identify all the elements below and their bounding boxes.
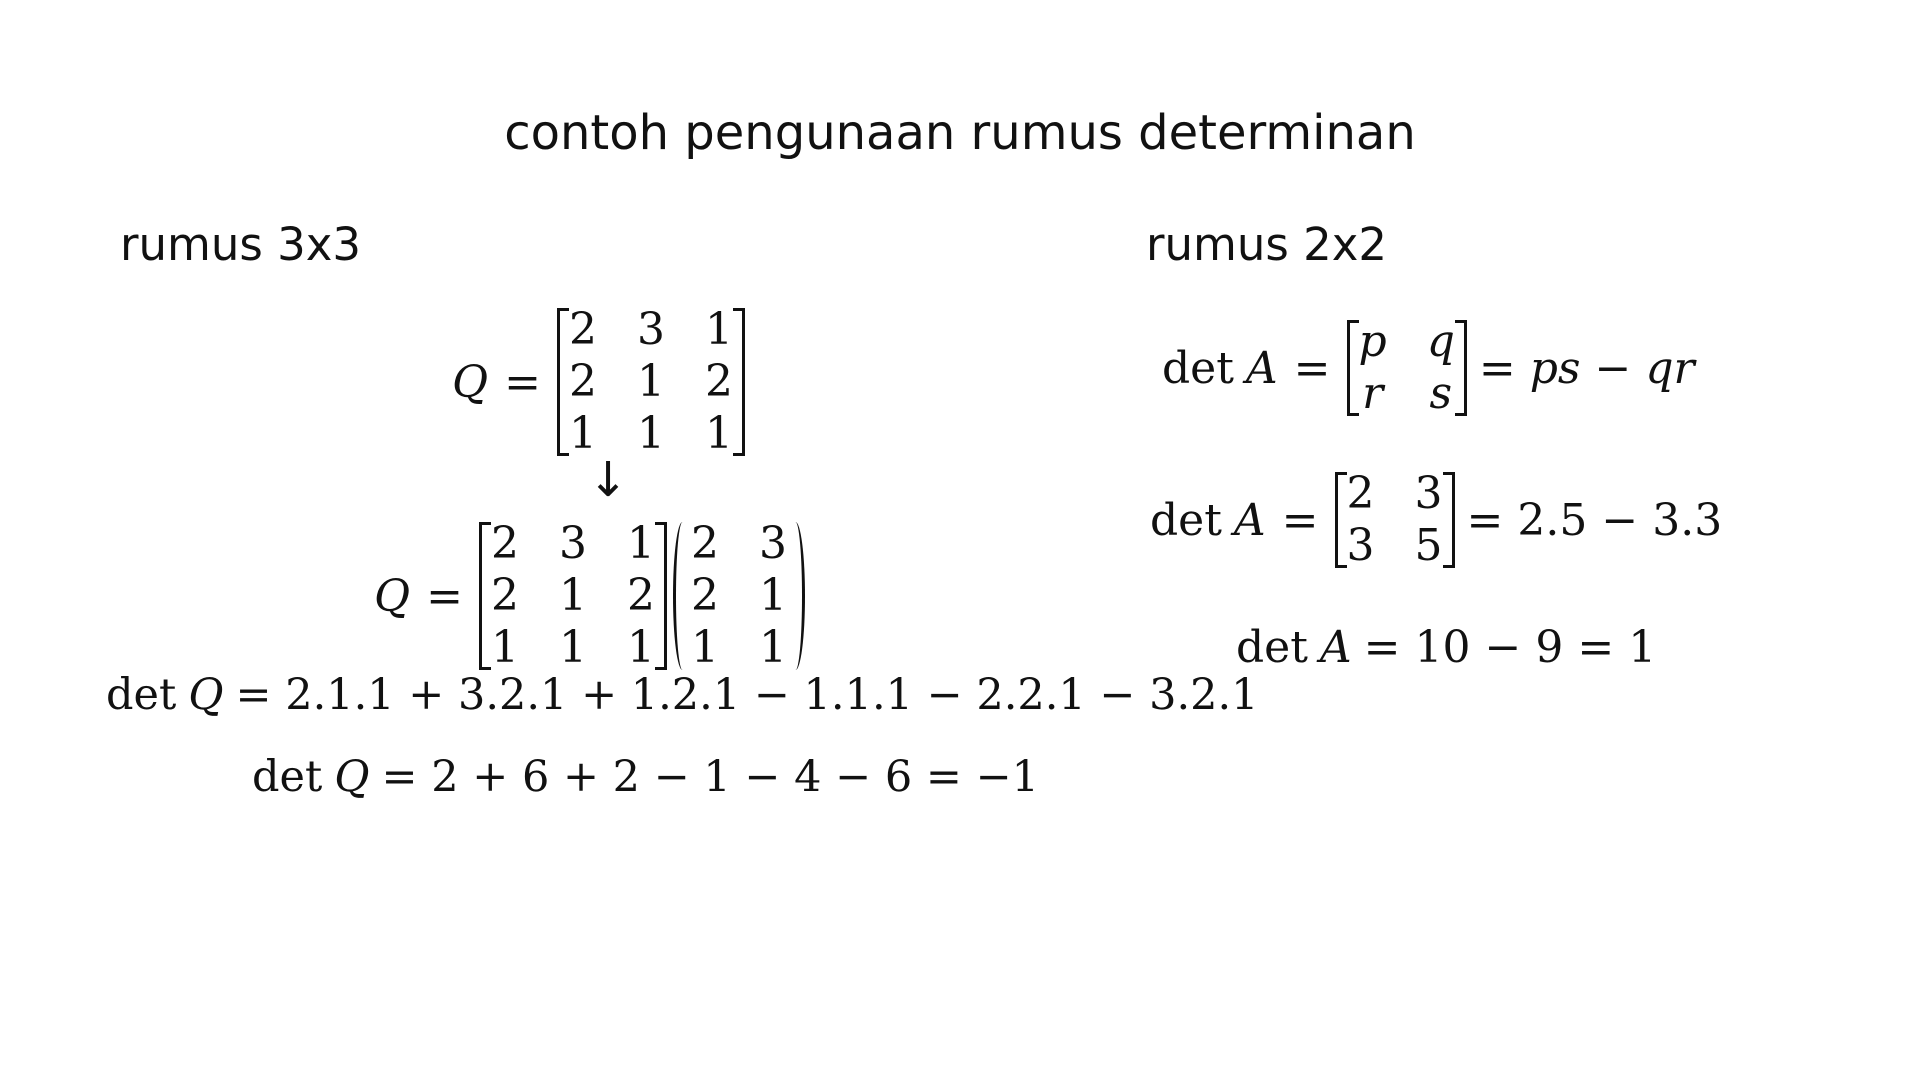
matrix-cell: 1 <box>758 622 787 673</box>
det-label: det <box>106 670 177 720</box>
equals-sign: = <box>1293 342 1331 394</box>
matrix-cell: 1 <box>690 622 719 673</box>
matrix-name: Q <box>334 752 370 802</box>
equation-det-q-expansion: det Q = 2.1.1 + 3.2.1 + 1.2.1 − 1.1.1 − … <box>106 670 1259 720</box>
matrix-name: Q <box>452 356 489 408</box>
matrix-q: 2 3 1 2 1 2 1 1 1 <box>556 304 745 459</box>
matrix-cell: 1 <box>704 304 733 355</box>
equation-q-definition: Q = 2 3 1 2 1 2 1 1 1 <box>452 306 745 458</box>
matrix-cell: 1 <box>558 622 587 673</box>
matrix-cell: 1 <box>636 408 665 459</box>
matrix-cell: q <box>1426 316 1455 367</box>
matrix-cell: s <box>1429 368 1453 419</box>
det-label: det <box>1236 622 1308 673</box>
matrix-cell: 3 <box>758 518 787 569</box>
matrix-cell: 1 <box>490 622 519 673</box>
matrix-cell: 5 <box>1414 520 1443 571</box>
matrix-cell: 1 <box>626 518 655 569</box>
matrix-cell: 2 <box>1346 468 1375 519</box>
matrix-cell: p <box>1358 316 1387 367</box>
final-result: = 10 − 9 = 1 <box>1363 622 1657 673</box>
heading-rumus-3x3: rumus 3x3 <box>120 218 362 271</box>
matrix-cell: 1 <box>636 356 665 407</box>
matrix-cell: 3 <box>636 304 665 355</box>
equals-sign: = <box>1281 494 1319 546</box>
heading-rumus-2x2: rumus 2x2 <box>1146 218 1388 271</box>
matrix-cell: 2 <box>490 570 519 621</box>
matrix-cell: 2 <box>490 518 519 569</box>
equals-sign: = <box>426 570 463 622</box>
matrix-name: Q <box>374 570 411 622</box>
matrix-cell: 2 <box>568 304 597 355</box>
matrix-a-numeric: 2 3 3 5 <box>1334 468 1455 571</box>
matrix-a-symbolic: p q r s <box>1346 316 1468 419</box>
equation-q-extended: Q = 2 3 1 2 1 2 1 1 1 2 3 2 1 1 1 <box>374 518 805 673</box>
matrix-cell: 1 <box>568 408 597 459</box>
matrix-cell: r <box>1362 368 1384 419</box>
matrix-cell: 2 <box>568 356 597 407</box>
equation-det-a-formula: det A = p q r s = ps − qr <box>1162 318 1695 418</box>
matrix-q: 2 3 1 2 1 2 1 1 1 <box>478 518 667 673</box>
matrix-cell: 2 <box>690 570 719 621</box>
matrix-name: Q <box>188 670 224 720</box>
matrix-name: A <box>1319 622 1352 673</box>
det-label: det <box>252 752 323 802</box>
matrix-cell: 2 <box>626 570 655 621</box>
matrix-cell: 2 <box>704 356 733 407</box>
down-arrow-icon: ↓ <box>588 452 629 508</box>
matrix-cell: 3 <box>558 518 587 569</box>
det-result: = 2 + 6 + 2 − 1 − 4 − 6 = −1 <box>381 752 1039 802</box>
det-label: det <box>1162 342 1234 394</box>
equation-det-a-example: det A = 2 3 3 5 = 2.5 − 3.3 <box>1150 470 1722 570</box>
matrix-cell: 1 <box>626 622 655 673</box>
matrix-cell: 1 <box>558 570 587 621</box>
matrix-cell: 1 <box>704 408 733 459</box>
symbolic-result: = ps − qr <box>1478 342 1695 394</box>
page-title: contoh pengunaan rumus determinan <box>504 105 1416 161</box>
matrix-cell: 2 <box>690 518 719 569</box>
equation-det-q-result: det Q = 2 + 6 + 2 − 1 − 4 − 6 = −1 <box>252 752 1039 802</box>
det-expansion: = 2.1.1 + 3.2.1 + 1.2.1 − 1.1.1 − 2.2.1 … <box>235 670 1259 720</box>
equation-det-a-result: det A = 10 − 9 = 1 <box>1236 622 1656 673</box>
matrix-name: A <box>1245 342 1278 394</box>
matrix-cell: 3 <box>1414 468 1443 519</box>
det-label: det <box>1150 494 1222 546</box>
matrix-cell: 1 <box>758 570 787 621</box>
matrix-extension-columns: 2 3 2 1 1 1 <box>672 518 805 673</box>
matrix-cell: 3 <box>1346 520 1375 571</box>
equals-sign: = <box>504 356 541 408</box>
numeric-result: = 2.5 − 3.3 <box>1466 494 1723 546</box>
matrix-name: A <box>1233 494 1266 546</box>
